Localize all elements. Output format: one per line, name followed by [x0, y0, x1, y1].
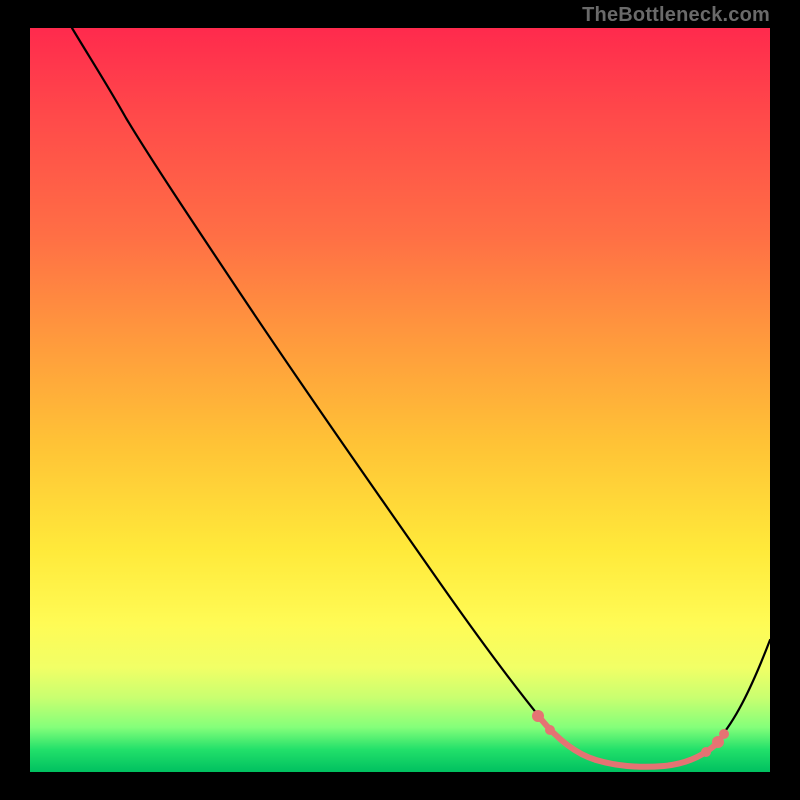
valley-marker-start	[532, 710, 544, 722]
chart-frame: TheBottleneck.com	[0, 0, 800, 800]
valley-highlight-segment	[540, 718, 714, 767]
chart-plot-area	[30, 28, 770, 772]
watermark-text: TheBottleneck.com	[582, 4, 770, 27]
bottleneck-curve	[72, 28, 770, 767]
valley-marker-end-2	[719, 729, 729, 739]
valley-marker-dot	[701, 747, 711, 757]
valley-marker-dot	[545, 725, 555, 735]
chart-svg	[30, 28, 770, 772]
